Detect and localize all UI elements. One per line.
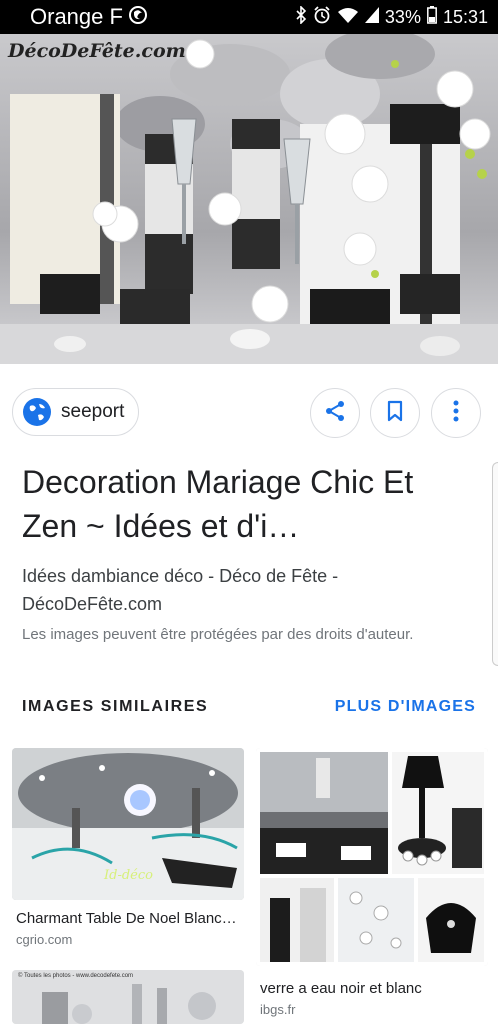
more-images-link[interactable]: PLUS D'IMAGES bbox=[335, 698, 476, 716]
more-options-button[interactable] bbox=[431, 388, 481, 438]
bluetooth-icon bbox=[295, 4, 307, 29]
thumbnail-watermark: © Toutes les photos - www.decodefete.com bbox=[18, 973, 134, 979]
similar-image-title: Charmant Table De Noel Blanc… bbox=[16, 910, 237, 927]
similar-image-card[interactable]: verre a eau noir et blanc ibgs.fr bbox=[256, 748, 488, 1020]
similar-image-thumbnail[interactable] bbox=[256, 748, 488, 966]
share-button[interactable] bbox=[310, 388, 360, 438]
result-subtitle[interactable]: Idées dambiance déco - Déco de Fête - Dé… bbox=[22, 562, 422, 618]
similar-image-thumbnail[interactable]: Id-déco bbox=[12, 748, 244, 900]
side-panel-handle[interactable] bbox=[492, 462, 498, 666]
globe-icon bbox=[23, 398, 51, 426]
similar-image-title: verre a eau noir et blanc bbox=[260, 980, 422, 997]
hero-watermark: DécoDeFête.com bbox=[8, 40, 186, 62]
similar-image-card[interactable]: © Toutes les photos - www.decodefete.com bbox=[12, 970, 244, 1024]
hero-illustration bbox=[0, 34, 498, 364]
similar-image-domain: ibgs.fr bbox=[260, 1002, 296, 1017]
carrier-name: Orange F bbox=[30, 4, 123, 29]
battery-icon bbox=[427, 5, 437, 29]
clock: 15:31 bbox=[442, 6, 488, 27]
share-icon bbox=[323, 399, 347, 428]
save-button[interactable] bbox=[370, 388, 420, 438]
similar-images-heading: IMAGES SIMILAIRES bbox=[22, 698, 209, 715]
bookmark-icon bbox=[384, 400, 406, 427]
similar-image-thumbnail[interactable]: © Toutes les photos - www.decodefete.com bbox=[12, 970, 244, 1024]
alarm-icon bbox=[313, 5, 331, 29]
wifi-icon bbox=[337, 6, 359, 29]
source-site-chip[interactable]: seeport bbox=[12, 388, 140, 436]
status-bar: Orange F 33% 15:31 bbox=[0, 0, 498, 34]
hero-image[interactable]: DécoDeFête.com bbox=[0, 34, 498, 364]
similar-image-card[interactable]: Id-déco Charmant Table De Noel Blanc… cg… bbox=[12, 748, 244, 958]
result-title[interactable]: Decoration Mariage Chic Et Zen ~ Idées e… bbox=[22, 460, 462, 548]
more-vert-icon bbox=[452, 399, 460, 428]
thumbnail-watermark: Id-déco bbox=[104, 868, 153, 883]
firefox-icon bbox=[128, 5, 147, 29]
battery-level: 33% bbox=[384, 6, 421, 27]
source-site-label: seeport bbox=[61, 401, 125, 422]
signal-icon bbox=[364, 6, 379, 28]
black-white-table-collage bbox=[256, 748, 488, 966]
similar-image-domain: cgrio.com bbox=[16, 932, 73, 947]
copyright-notice: Les images peuvent être protégées par de… bbox=[22, 626, 414, 643]
